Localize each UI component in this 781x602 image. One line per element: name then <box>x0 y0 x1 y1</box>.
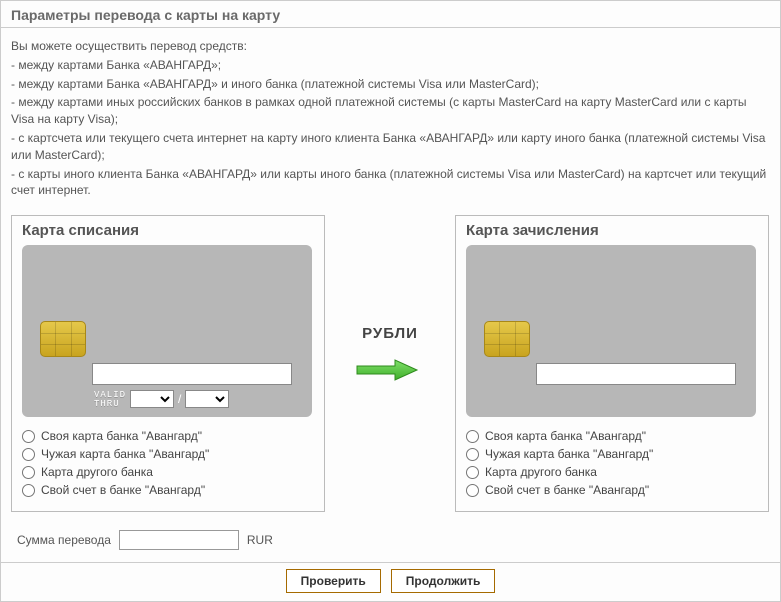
radio-label: Карта другого банка <box>41 465 153 479</box>
source-radio-other-avangard[interactable]: Чужая карта банка "Авангард" <box>22 445 314 463</box>
radio-label: Чужая карта банка "Авангард" <box>485 447 653 461</box>
source-card-number-input[interactable] <box>92 363 292 385</box>
middle-column: РУБЛИ <box>325 215 455 382</box>
transfer-panel: Параметры перевода с карты на карту Вы м… <box>0 0 781 602</box>
intro-line: - с карты иного клиента Банка «АВАНГАРД»… <box>11 166 770 200</box>
expiry-separator: / <box>178 392 181 406</box>
radio-label: Своя карта банка "Авангард" <box>41 429 202 443</box>
chip-icon <box>40 321 86 357</box>
intro-line: - между картами Банка «АВАНГАРД» и иного… <box>11 76 770 93</box>
source-radio-own-account[interactable]: Свой счет в банке "Авангард" <box>22 481 314 499</box>
intro-line: Вы можете осуществить перевод средств: <box>11 38 770 55</box>
intro-text: Вы можете осуществить перевод средств: -… <box>1 28 780 211</box>
destination-radio-other-bank[interactable]: Карта другого банка <box>466 463 758 481</box>
intro-line: - между картами иных российских банков в… <box>11 94 770 128</box>
check-button[interactable]: Проверить <box>286 569 381 593</box>
intro-line: - между картами Банка «АВАНГАРД»; <box>11 57 770 74</box>
radio-label: Свой счет в банке "Авангард" <box>485 483 649 497</box>
radio-input[interactable] <box>22 430 35 443</box>
radio-input[interactable] <box>466 448 479 461</box>
source-card-title: Карта списания <box>22 222 314 239</box>
section-title: Параметры перевода с карты на карту <box>1 1 780 28</box>
radio-label: Своя карта банка "Авангард" <box>485 429 646 443</box>
amount-label: Сумма перевода <box>17 533 111 547</box>
amount-row: Сумма перевода RUR <box>1 522 780 562</box>
buttons-row: Проверить Продолжить <box>1 562 780 601</box>
source-card-expiry: / <box>130 390 229 408</box>
radio-input[interactable] <box>22 484 35 497</box>
source-radio-own-avangard[interactable]: Своя карта банка "Авангард" <box>22 427 314 445</box>
radio-input[interactable] <box>466 430 479 443</box>
radio-label: Чужая карта банка "Авангард" <box>41 447 209 461</box>
radio-label: Карта другого банка <box>485 465 597 479</box>
continue-button[interactable]: Продолжить <box>391 569 496 593</box>
destination-radio-own-avangard[interactable]: Своя карта банка "Авангард" <box>466 427 758 445</box>
destination-radio-own-account[interactable]: Свой счет в банке "Авангард" <box>466 481 758 499</box>
destination-card-block: Карта зачисления Своя карта банка "Аванг… <box>455 215 769 512</box>
destination-radio-other-avangard[interactable]: Чужая карта банка "Авангард" <box>466 445 758 463</box>
radio-input[interactable] <box>22 448 35 461</box>
arrow-right-icon <box>355 358 425 382</box>
destination-card-number-input[interactable] <box>536 363 736 385</box>
cards-row: Карта списания VALID THRU / Своя карта б… <box>1 211 780 522</box>
destination-card-visual <box>466 245 756 417</box>
radio-input[interactable] <box>466 466 479 479</box>
source-radio-other-bank[interactable]: Карта другого банка <box>22 463 314 481</box>
destination-card-type-radios: Своя карта банка "Авангард" Чужая карта … <box>466 427 758 499</box>
intro-line: - с картсчета или текущего счета интерне… <box>11 130 770 164</box>
expiry-year-select[interactable] <box>185 390 229 408</box>
amount-input[interactable] <box>119 530 239 550</box>
currency-label: РУБЛИ <box>362 325 418 342</box>
source-card-block: Карта списания VALID THRU / Своя карта б… <box>11 215 325 512</box>
radio-label: Свой счет в банке "Авангард" <box>41 483 205 497</box>
amount-currency: RUR <box>247 533 273 547</box>
valid-thru-label: VALID THRU <box>94 391 126 409</box>
expiry-month-select[interactable] <box>130 390 174 408</box>
chip-icon <box>484 321 530 357</box>
destination-card-title: Карта зачисления <box>466 222 758 239</box>
source-card-type-radios: Своя карта банка "Авангард" Чужая карта … <box>22 427 314 499</box>
source-card-visual: VALID THRU / <box>22 245 312 417</box>
radio-input[interactable] <box>466 484 479 497</box>
radio-input[interactable] <box>22 466 35 479</box>
